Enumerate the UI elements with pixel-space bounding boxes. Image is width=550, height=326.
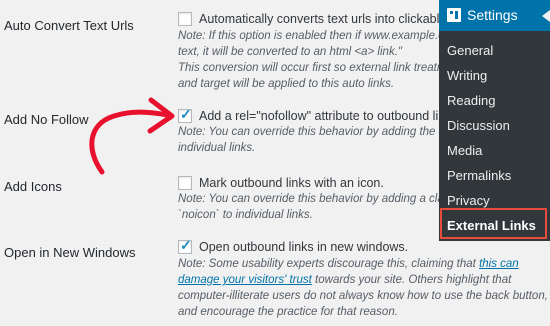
arrow-curve: [89, 109, 171, 175]
annotation-arrow-icon: [89, 97, 175, 175]
